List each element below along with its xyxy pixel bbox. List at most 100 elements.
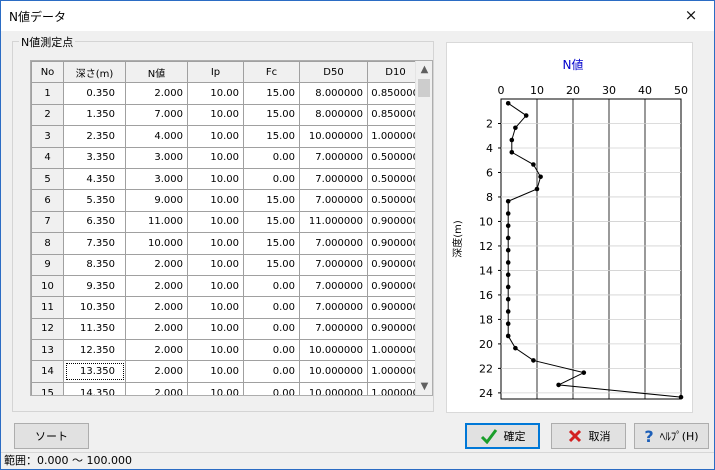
- table-cell[interactable]: 10.000: [125, 232, 188, 255]
- row-number-cell[interactable]: 8: [31, 232, 64, 255]
- table-row[interactable]: 9 8.350 2.000 10.00 15.00 7.000000 0.900000: [31, 253, 424, 276]
- table-cell[interactable]: 15.00: [243, 103, 300, 127]
- table-cell[interactable]: 10.000000: [299, 360, 368, 383]
- table-cell[interactable]: 10.00: [187, 167, 244, 191]
- table-cell[interactable]: 0.00: [243, 167, 300, 191]
- table-row[interactable]: 14 13.350 2.000 10.00 0.00 10.000000 1.000000: [31, 360, 424, 383]
- table-cell[interactable]: 3.350: [63, 146, 126, 169]
- table-cell[interactable]: 15.00: [243, 189, 300, 212]
- table-row[interactable]: 13 12.350 2.000 10.00 0.00 10.000000 1.000000: [31, 339, 424, 362]
- sort-button[interactable]: ソート: [14, 423, 89, 449]
- table-cell[interactable]: 10.00: [187, 253, 244, 276]
- table-cell[interactable]: 2.000: [125, 253, 188, 276]
- table-cell[interactable]: 6.350: [63, 210, 126, 234]
- table-cell[interactable]: 1.350: [63, 103, 126, 127]
- table-cell[interactable]: 10.00: [187, 125, 244, 148]
- table-cell[interactable]: 0.00: [243, 146, 300, 169]
- table-cell[interactable]: 10.00: [187, 296, 244, 319]
- table-cell[interactable]: 3.000: [125, 146, 188, 169]
- table-row[interactable]: 12 11.350 2.000 10.00 0.00 7.000000 0.900000: [31, 317, 424, 341]
- table-cell[interactable]: 10.00: [187, 232, 244, 255]
- table-cell[interactable]: 9.000: [125, 189, 188, 212]
- table-row[interactable]: 11 10.350 2.000 10.00 0.00 7.000000 0.900000: [31, 296, 424, 319]
- table-cell[interactable]: 10.000000: [299, 339, 368, 362]
- table-cell[interactable]: 15.00: [243, 82, 300, 105]
- table-cell[interactable]: 7.000000: [299, 232, 368, 255]
- row-number-cell[interactable]: 1: [31, 82, 64, 105]
- table-cell[interactable]: 2.000: [125, 82, 188, 105]
- table-cell[interactable]: 11.000000: [299, 210, 368, 234]
- table-row[interactable]: 10 9.350 2.000 10.00 0.00 7.000000 0.900000: [31, 274, 424, 298]
- table-cell[interactable]: 8.000000: [299, 82, 368, 105]
- table-cell[interactable]: 10.00: [187, 381, 244, 395]
- cancel-button[interactable]: 取消: [551, 423, 626, 449]
- table-cell[interactable]: 2.000: [125, 339, 188, 362]
- table-cell[interactable]: 7.000000: [299, 189, 368, 212]
- row-number-cell[interactable]: 5: [31, 167, 64, 191]
- table-cell[interactable]: 10.00: [187, 360, 244, 383]
- scroll-up-icon[interactable]: ▲: [416, 61, 432, 78]
- table-cell[interactable]: 0.00: [243, 317, 300, 341]
- table-row[interactable]: 3 2.350 4.000 10.00 15.00 10.000000 1.000000: [31, 125, 424, 148]
- table-cell[interactable]: 14.350: [63, 381, 126, 395]
- row-number-cell[interactable]: 4: [31, 146, 64, 169]
- close-icon[interactable]: ×: [668, 1, 714, 31]
- row-number-cell[interactable]: 7: [31, 210, 64, 234]
- table-row[interactable]: 1 0.350 2.000 10.00 15.00 8.000000 0.850000: [31, 82, 424, 105]
- data-grid[interactable]: No 深さ(m) N値 Ip Fc D50 D10 1 0.350 2.000 10.…: [30, 60, 433, 396]
- table-row[interactable]: 8 7.350 10.000 10.00 15.00 7.000000 0.900000: [31, 232, 424, 255]
- table-cell[interactable]: 2.000: [125, 360, 188, 383]
- table-cell[interactable]: 8.350: [63, 253, 126, 276]
- table-cell[interactable]: 7.000000: [299, 274, 368, 298]
- table-cell[interactable]: 8.000000: [299, 103, 368, 127]
- scroll-down-icon[interactable]: ▼: [416, 378, 432, 395]
- confirm-button[interactable]: 確定: [465, 423, 540, 449]
- scrollbar-thumb[interactable]: [418, 79, 430, 97]
- table-cell[interactable]: 7.000000: [299, 253, 368, 276]
- table-cell[interactable]: 0.00: [243, 274, 300, 298]
- column-header[interactable]: 深さ(m): [63, 61, 126, 84]
- table-cell[interactable]: 0.00: [243, 339, 300, 362]
- vertical-scrollbar[interactable]: ▲ ▼: [415, 61, 432, 395]
- table-cell[interactable]: 7.000000: [299, 167, 368, 191]
- table-cell[interactable]: 10.00: [187, 189, 244, 212]
- table-row[interactable]: 2 1.350 7.000 10.00 15.00 8.000000 0.850000: [31, 103, 424, 127]
- row-number-cell[interactable]: 9: [31, 253, 64, 276]
- column-header[interactable]: No: [31, 61, 64, 84]
- table-row[interactable]: 15 14.350 2.000 10.00 0.00 10.000000 1.000000: [31, 381, 424, 395]
- row-number-cell[interactable]: 14: [31, 360, 64, 383]
- table-cell[interactable]: 15.00: [243, 125, 300, 148]
- table-cell[interactable]: 10.00: [187, 146, 244, 169]
- column-header[interactable]: Ip: [187, 61, 244, 84]
- table-row[interactable]: 7 6.350 11.000 10.00 15.00 11.000000 0.900000: [31, 210, 424, 234]
- table-cell[interactable]: 15.00: [243, 210, 300, 234]
- table-cell[interactable]: 7.000: [125, 103, 188, 127]
- help-button[interactable]: ? ﾍﾙﾌﾟ(H): [634, 423, 709, 449]
- table-cell[interactable]: 7.000000: [299, 296, 368, 319]
- column-header[interactable]: Fc: [243, 61, 300, 84]
- table-cell[interactable]: 0.00: [243, 360, 300, 383]
- table-cell[interactable]: 5.350: [63, 189, 126, 212]
- table-cell[interactable]: 13.350: [63, 360, 126, 383]
- column-header[interactable]: D50: [299, 61, 368, 84]
- table-cell[interactable]: 7.000000: [299, 146, 368, 169]
- table-cell[interactable]: 10.000000: [299, 381, 368, 395]
- table-cell[interactable]: 2.000: [125, 296, 188, 319]
- table-row[interactable]: 6 5.350 9.000 10.00 15.00 7.000000 0.500000: [31, 189, 424, 212]
- table-cell[interactable]: 3.000: [125, 167, 188, 191]
- table-cell[interactable]: 10.00: [187, 103, 244, 127]
- table-cell[interactable]: 10.350: [63, 296, 126, 319]
- row-number-cell[interactable]: 12: [31, 317, 64, 341]
- table-cell[interactable]: 7.350: [63, 232, 126, 255]
- table-cell[interactable]: 11.350: [63, 317, 126, 341]
- table-cell[interactable]: 7.000000: [299, 317, 368, 341]
- row-number-cell[interactable]: 10: [31, 274, 64, 298]
- table-cell[interactable]: 4.350: [63, 167, 126, 191]
- table-row[interactable]: 5 4.350 3.000 10.00 0.00 7.000000 0.500000: [31, 167, 424, 191]
- table-cell[interactable]: 15.00: [243, 232, 300, 255]
- row-number-cell[interactable]: 11: [31, 296, 64, 319]
- table-cell[interactable]: 10.00: [187, 274, 244, 298]
- table-cell[interactable]: 10.00: [187, 210, 244, 234]
- column-header[interactable]: N値: [125, 61, 188, 84]
- table-cell[interactable]: 4.000: [125, 125, 188, 148]
